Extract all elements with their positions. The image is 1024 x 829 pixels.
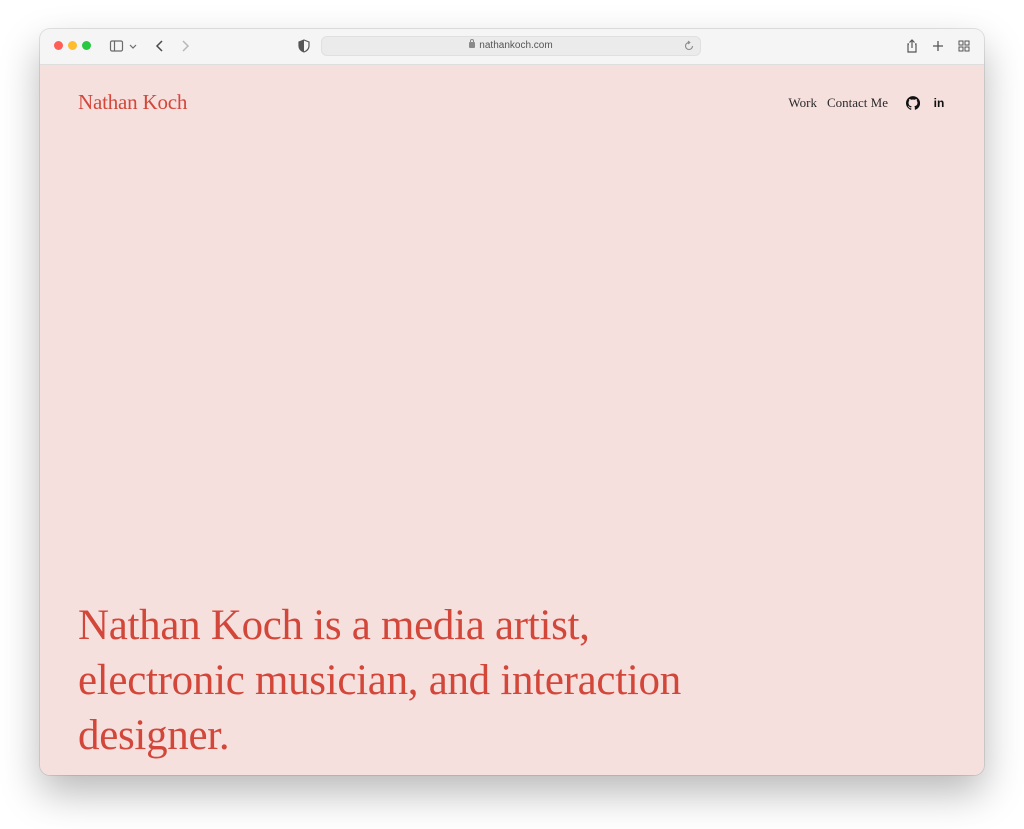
grid-icon[interactable]	[956, 38, 972, 54]
github-icon[interactable]	[906, 96, 920, 110]
hero-statement: Nathan Koch is a media artist, electroni…	[78, 598, 798, 763]
browser-toolbar: nathankoch.com	[40, 29, 984, 65]
nav-link-contact[interactable]: Contact Me	[827, 95, 888, 111]
site-nav: Work Contact Me in	[788, 95, 946, 111]
reload-icon[interactable]	[682, 39, 696, 53]
minimize-window-button[interactable]	[68, 41, 77, 50]
close-window-button[interactable]	[54, 41, 63, 50]
sidebar-icon[interactable]	[109, 38, 125, 54]
zoom-window-button[interactable]	[82, 41, 91, 50]
chevron-left-icon[interactable]	[152, 38, 168, 54]
linkedin-icon[interactable]: in	[932, 96, 946, 110]
chevron-down-icon[interactable]	[128, 38, 138, 54]
hero-line-3: designer.	[78, 712, 230, 759]
browser-window: nathankoch.com Nathan Koch Work Contact …	[40, 29, 984, 775]
webpage: Nathan Koch Work Contact Me in Nathan Ko…	[40, 65, 984, 775]
lock-icon	[469, 39, 476, 48]
site-logo[interactable]: Nathan Koch	[78, 90, 187, 115]
hero-line-1: Nathan Koch is a media artist,	[78, 602, 590, 649]
chevron-right-icon[interactable]	[177, 38, 193, 54]
shield-icon[interactable]	[296, 38, 312, 54]
plus-icon[interactable]	[930, 38, 946, 54]
share-icon[interactable]	[904, 38, 920, 54]
url-text: nathankoch.com	[479, 40, 553, 51]
hero-line-2: electronic musician, and interaction	[78, 657, 681, 704]
nav-link-work[interactable]: Work	[788, 95, 817, 111]
address-bar[interactable]: nathankoch.com	[321, 36, 701, 56]
